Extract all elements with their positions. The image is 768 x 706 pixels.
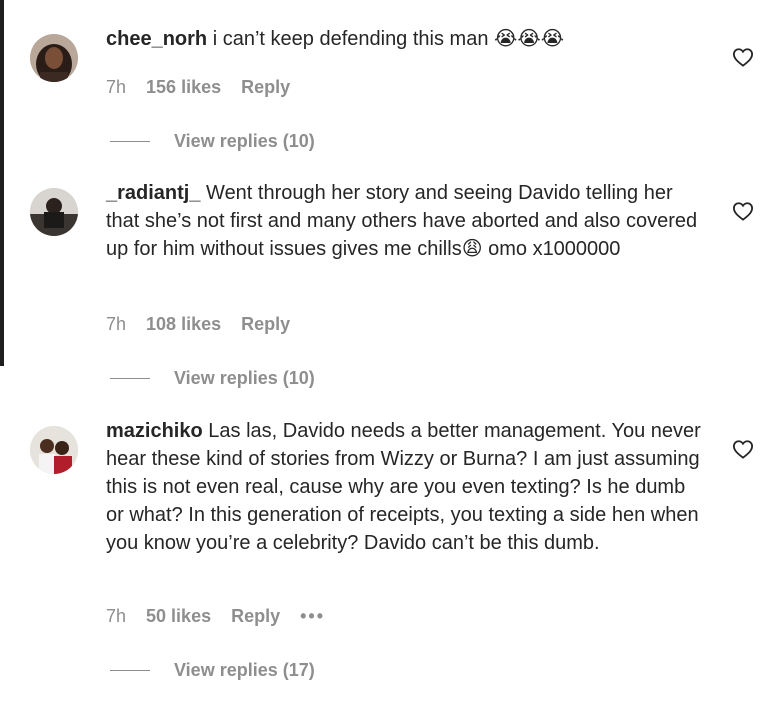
view-replies-button[interactable]: View replies (10) xyxy=(110,366,315,390)
heart-icon[interactable] xyxy=(732,439,754,459)
heart-icon[interactable] xyxy=(732,201,754,221)
comment-username[interactable]: chee_norh xyxy=(106,28,207,50)
likes-count[interactable]: 50 likes xyxy=(146,606,211,627)
comment-time: 7h xyxy=(106,605,127,626)
comment-text-block: _radiantj_ Went through her story and se… xyxy=(106,179,706,263)
replies-divider xyxy=(110,377,150,379)
comment-text: i can’t keep defending this man 😭😭😭 xyxy=(212,28,565,50)
comment-text-block: mazichiko Las las, Davido needs a better… xyxy=(106,417,706,557)
window-edge xyxy=(0,0,4,366)
comment-meta: 7h 156 likes Reply xyxy=(106,75,310,99)
avatar[interactable] xyxy=(30,426,78,474)
replies-divider xyxy=(110,140,150,142)
likes-count[interactable]: 108 likes xyxy=(146,314,221,335)
comment-meta: 7h 108 likes Reply xyxy=(106,312,310,336)
comment-username[interactable]: _radiantj_ xyxy=(106,182,200,204)
heart-icon[interactable] xyxy=(732,47,754,67)
replies-divider xyxy=(110,669,150,671)
avatar[interactable] xyxy=(30,188,78,236)
reply-button[interactable]: Reply xyxy=(241,314,290,335)
reply-button[interactable]: Reply xyxy=(231,606,280,627)
view-replies-label[interactable]: View replies (10) xyxy=(174,368,315,389)
reply-button[interactable]: Reply xyxy=(241,77,290,98)
comment-time: 7h xyxy=(106,76,127,97)
avatar[interactable] xyxy=(30,34,78,82)
likes-count[interactable]: 156 likes xyxy=(146,77,221,98)
view-replies-button[interactable]: View replies (17) xyxy=(110,658,315,682)
view-replies-button[interactable]: View replies (10) xyxy=(110,129,315,153)
view-replies-label[interactable]: View replies (17) xyxy=(174,660,315,681)
view-replies-label[interactable]: View replies (10) xyxy=(174,131,315,152)
comment-username[interactable]: mazichiko xyxy=(106,420,203,442)
more-options-icon[interactable]: ••• xyxy=(300,606,325,627)
comment-meta: 7h 50 likes Reply ••• xyxy=(106,604,345,628)
comment-time: 7h xyxy=(106,313,127,334)
comment-text-block: chee_norh i can’t keep defending this ma… xyxy=(106,25,706,53)
